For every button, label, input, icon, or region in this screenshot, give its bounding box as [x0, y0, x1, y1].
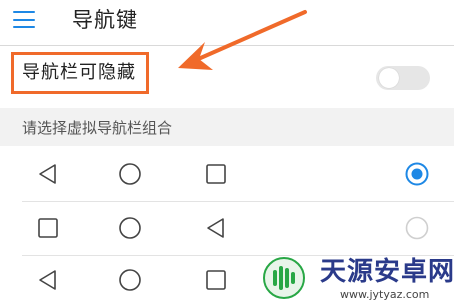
recents-square-icon: [38, 218, 58, 238]
nav-bar-hide-label: 导航栏可隐藏: [22, 62, 136, 83]
navigation-key-settings-screen: 导航键 导航栏可隐藏 请选择虚拟导航栏组合 天源安卓网 www.jytyaz.c…: [0, 0, 454, 304]
nav-bar-hide-toggle[interactable]: [376, 66, 430, 90]
top-app-bar: 导航键: [0, 0, 454, 44]
back-triangle-icon: [39, 164, 56, 184]
home-circle-icon: [119, 269, 141, 291]
page-title: 导航键: [72, 8, 138, 32]
watermark-text: 天源安卓网: [320, 257, 454, 287]
radio-selected-icon[interactable]: [405, 162, 429, 186]
section-header-label: 请选择虚拟导航栏组合: [22, 119, 173, 137]
recents-square-icon: [206, 270, 226, 290]
nav-combination-row-1[interactable]: [0, 146, 454, 202]
watermark-url: www.jytyaz.com: [340, 288, 430, 301]
android-logo-icon: [263, 257, 305, 299]
home-circle-icon: [119, 217, 141, 239]
site-watermark: 天源安卓网 www.jytyaz.com: [258, 254, 454, 304]
radio-unselected-icon[interactable]: [405, 216, 429, 240]
back-triangle-icon: [39, 270, 56, 290]
home-circle-icon: [119, 163, 141, 185]
toggle-knob: [379, 68, 399, 88]
back-triangle-icon: [207, 218, 224, 238]
hamburger-menu-icon[interactable]: [13, 11, 35, 29]
recents-square-icon: [206, 164, 226, 184]
nav-combination-row-2[interactable]: [0, 202, 454, 258]
